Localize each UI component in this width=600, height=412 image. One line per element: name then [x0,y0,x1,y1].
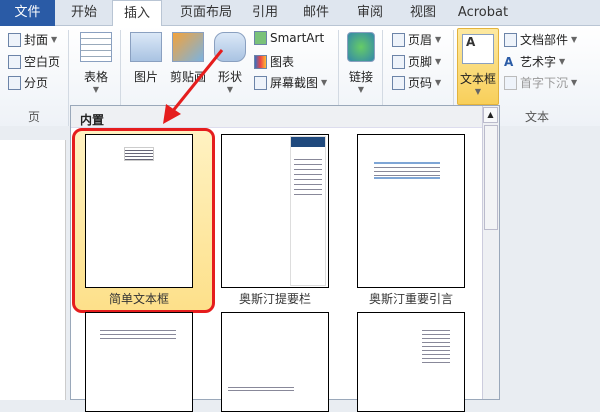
arrow-annotation [163,49,224,124]
